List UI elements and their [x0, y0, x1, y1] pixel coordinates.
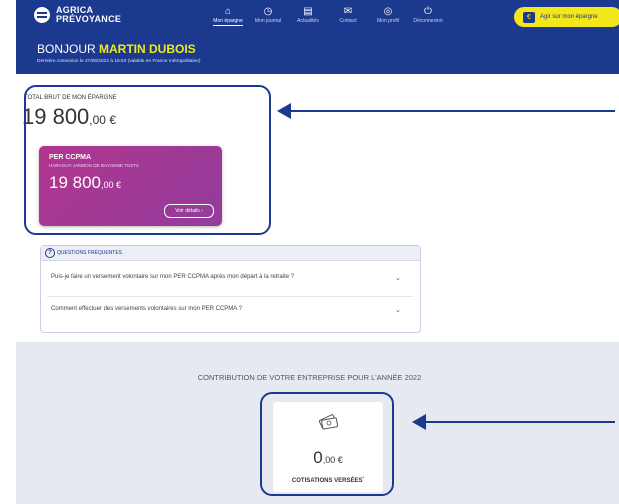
nav-item-label: Mon épargne	[213, 18, 243, 26]
main-nav: ⌂ Mon épargne ◷ Mon journal ▤ Actualités…	[211, 6, 451, 26]
nav-item-actualites[interactable]: ▤ Actualités	[291, 6, 325, 24]
highlight-frame-savings	[24, 85, 271, 235]
contribution-title: CONTRIBUTION DE VOTRE ENTREPRISE POUR L'…	[197, 373, 422, 382]
faq-question-1[interactable]: Puis-je faire un versement volontaire su…	[51, 274, 294, 280]
mail-icon: ✉	[343, 6, 353, 17]
home-icon: ⌂	[224, 6, 232, 17]
nav-item-label: Déconnexion	[413, 18, 443, 24]
faq-divider	[47, 296, 413, 297]
news-icon: ▤	[303, 6, 313, 17]
nav-item-label: Actualités	[297, 18, 319, 24]
question-icon: ?	[45, 248, 55, 258]
user-icon: ◎	[383, 6, 393, 17]
highlight-frame-cotisations	[260, 392, 394, 496]
nav-item-label: Mon journal	[254, 18, 282, 24]
welcome-banner: BONJOUR MARTIN DUBOIS Dernière connexion…	[16, 34, 619, 74]
nav-item-mon-profil[interactable]: ◎ Mon profil	[371, 6, 405, 24]
arrow-left-icon	[412, 414, 426, 430]
nav-item-label: Contact	[339, 18, 357, 24]
nav-item-mon-epargne[interactable]: ⌂ Mon épargne	[211, 6, 245, 26]
faq-header: ? QUESTIONS FRÉQUENTES	[41, 246, 420, 261]
last-login-text: Dernière connexion le 27/06/2022 à 15:53…	[37, 59, 201, 64]
arrow-left-icon	[277, 103, 291, 119]
cta-label: Agir sur mon épargne	[540, 14, 598, 20]
nav-item-label: Mon profil	[377, 18, 399, 24]
nav-item-contact[interactable]: ✉ Contact	[331, 6, 365, 24]
greeting: BONJOUR MARTIN DUBOIS	[37, 42, 196, 56]
chevron-down-icon[interactable]: ⌄	[395, 274, 401, 282]
agrica-logo[interactable]: AGRICA PRÉVOYANCE	[34, 6, 121, 24]
logo-line2: PRÉVOYANCE	[56, 14, 122, 24]
nav-item-mon-journal[interactable]: ◷ Mon journal	[251, 6, 285, 24]
annotation-arrow-line	[290, 110, 615, 112]
wallet-icon: €	[523, 11, 535, 23]
logo-icon	[34, 7, 50, 23]
chevron-down-icon[interactable]: ⌄	[395, 306, 401, 314]
user-name: MARTIN DUBOIS	[99, 42, 196, 56]
clock-icon: ◷	[263, 6, 273, 17]
nav-item-deconnexion[interactable]: ⏻ Déconnexion	[411, 6, 445, 24]
faq-title: QUESTIONS FRÉQUENTES	[57, 250, 123, 256]
faq-question-2[interactable]: Comment effectuer des versements volonta…	[51, 306, 242, 312]
power-icon: ⏻	[424, 6, 432, 17]
faq-panel: ? QUESTIONS FRÉQUENTES Puis-je faire un …	[40, 245, 421, 333]
greeting-prefix: BONJOUR	[37, 42, 100, 56]
agir-sur-mon-epargne-button[interactable]: € Agir sur mon épargne	[514, 7, 619, 27]
annotation-arrow-line	[425, 421, 615, 423]
